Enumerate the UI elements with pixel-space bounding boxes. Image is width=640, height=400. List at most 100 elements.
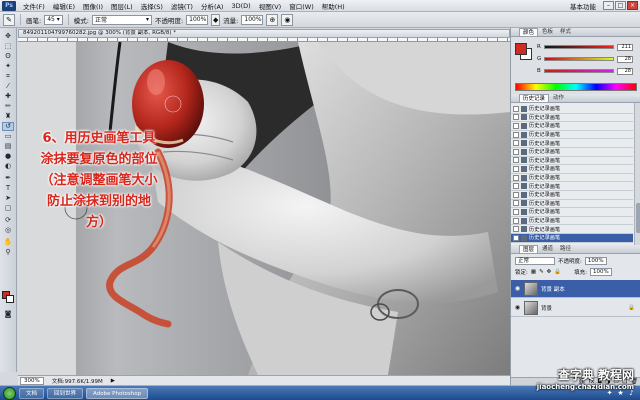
history-source-checkbox[interactable]: [513, 114, 519, 121]
quick-mask-icon[interactable]: ◙: [2, 310, 14, 319]
history-source-checkbox[interactable]: [513, 200, 519, 207]
blue-value-input[interactable]: 28: [617, 67, 633, 75]
history-item[interactable]: 历史记录画笔: [511, 208, 633, 217]
minimize-button[interactable]: –: [603, 1, 614, 10]
blend-mode-select[interactable]: 正常: [515, 257, 555, 265]
magic-wand-tool-icon[interactable]: ✦: [2, 62, 14, 71]
visibility-eye-icon[interactable]: ◉: [513, 284, 522, 293]
opacity-pressure-icon[interactable]: ◆: [211, 13, 221, 26]
history-source-checkbox[interactable]: [513, 226, 519, 233]
history-scrollbar[interactable]: [634, 103, 640, 245]
brush-size-picker[interactable]: 45 ▾: [44, 14, 63, 25]
menu-analysis[interactable]: 分析(A): [197, 1, 228, 11]
lasso-tool-icon[interactable]: ʘ: [2, 52, 14, 61]
history-item[interactable]: 历史记录画笔: [511, 200, 633, 209]
history-source-checkbox[interactable]: [513, 234, 519, 241]
history-source-checkbox[interactable]: [513, 217, 519, 224]
history-item[interactable]: 历史记录画笔: [511, 165, 633, 174]
fill-input[interactable]: 100%: [590, 268, 612, 276]
move-tool-icon[interactable]: ✥: [2, 32, 14, 41]
tab-history[interactable]: 历史记录: [519, 94, 550, 102]
lock-pixels-icon[interactable]: ✎: [539, 269, 544, 275]
history-source-checkbox[interactable]: [513, 140, 519, 147]
marquee-tool-icon[interactable]: ⬚: [2, 42, 14, 51]
airbrush-icon[interactable]: ⊕: [266, 13, 279, 26]
menu-file[interactable]: 文件(F): [19, 1, 49, 11]
flow-input[interactable]: 100%: [241, 14, 264, 25]
history-brush-tool-icon[interactable]: ↺: [2, 122, 14, 131]
history-item[interactable]: 历史记录画笔: [511, 174, 633, 183]
history-item[interactable]: 历史记录画笔: [511, 122, 633, 131]
history-item[interactable]: 历史记录画笔: [511, 191, 633, 200]
menu-filter[interactable]: 滤镜(T): [167, 1, 197, 11]
maximize-button[interactable]: □: [615, 1, 626, 10]
image-canvas[interactable]: 6、用历史画笔工具涂抹要复原色的部位（注意调整画笔大小防止涂抹到别的地方）: [18, 42, 510, 375]
lock-transparency-icon[interactable]: ▦: [531, 269, 536, 275]
history-brush-tool-icon[interactable]: ✎: [3, 13, 15, 26]
taskbar-item-documents[interactable]: 文档: [19, 387, 45, 399]
tab-actions[interactable]: 动作: [550, 94, 567, 102]
blue-slider[interactable]: [544, 69, 614, 73]
taskbar-item-photoshop[interactable]: Adobe Photoshop: [86, 387, 149, 399]
tab-color[interactable]: 颜色: [519, 28, 539, 36]
zoom-level-field[interactable]: 300%: [20, 376, 44, 385]
eraser-tool-icon[interactable]: ▭: [2, 132, 14, 141]
green-slider[interactable]: [544, 57, 614, 61]
history-source-checkbox[interactable]: [513, 131, 519, 138]
pen-tool-icon[interactable]: ✒: [2, 174, 14, 183]
gradient-tool-icon[interactable]: ▤: [2, 142, 14, 151]
type-tool-icon[interactable]: T: [2, 184, 14, 193]
red-slider[interactable]: [544, 45, 614, 49]
history-source-checkbox[interactable]: [513, 191, 519, 198]
history-item[interactable]: 历史记录画笔: [511, 139, 633, 148]
history-item[interactable]: 历史记录画笔: [511, 225, 633, 234]
mode-select[interactable]: 正常 ▾: [91, 14, 152, 25]
document-size-info[interactable]: 文档:997.6K/1.99M: [52, 377, 103, 385]
history-item[interactable]: 历史记录画笔: [511, 131, 633, 140]
shape-tool-icon[interactable]: ▢: [2, 204, 14, 213]
history-source-checkbox[interactable]: [513, 174, 519, 181]
3d-orbit-tool-icon[interactable]: ◎: [2, 226, 14, 235]
menu-select[interactable]: 选择(S): [137, 1, 167, 11]
visibility-eye-icon[interactable]: ◉: [513, 303, 522, 312]
history-source-checkbox[interactable]: [513, 208, 519, 215]
lock-all-icon[interactable]: 🔒: [554, 269, 561, 275]
green-value-input[interactable]: 28: [617, 55, 633, 63]
history-source-checkbox[interactable]: [513, 165, 519, 172]
color-panel-foreground-swatch[interactable]: [515, 43, 527, 55]
layer-row-background[interactable]: ◉ 背景 🔒: [511, 299, 640, 317]
menu-image[interactable]: 图像(I): [79, 1, 107, 11]
history-item[interactable]: 历史记录画笔: [511, 157, 633, 166]
history-item[interactable]: 历史记录画笔: [511, 234, 633, 243]
history-item[interactable]: 历史记录画笔: [511, 182, 633, 191]
hand-tool-icon[interactable]: ✋: [2, 238, 14, 247]
taskbar-item-back-to-world[interactable]: 回到世界: [47, 387, 84, 399]
opacity-input[interactable]: 100%: [186, 14, 209, 25]
tab-channels[interactable]: 通道: [539, 245, 556, 253]
blur-tool-icon[interactable]: ●: [2, 152, 14, 161]
healing-brush-tool-icon[interactable]: ✚: [2, 92, 14, 101]
3d-rotate-tool-icon[interactable]: ⟳: [2, 216, 14, 225]
layer-opacity-input[interactable]: 100%: [584, 257, 607, 265]
history-item[interactable]: 历史记录画笔: [511, 148, 633, 157]
layer-row-background-copy[interactable]: ◉ 背景 副本: [511, 280, 640, 298]
menu-window[interactable]: 窗口(W): [285, 1, 318, 11]
history-item[interactable]: 历史记录画笔: [511, 217, 633, 226]
history-scroll-thumb[interactable]: [636, 203, 640, 233]
zoom-tool-icon[interactable]: ⚲: [2, 248, 14, 257]
status-menu-arrow-icon[interactable]: ▶: [111, 378, 115, 384]
tab-swatches[interactable]: 色板: [539, 28, 556, 36]
red-value-input[interactable]: 211: [617, 43, 633, 51]
crop-tool-icon[interactable]: ⌗: [2, 72, 14, 81]
menu-view[interactable]: 视图(V): [255, 1, 286, 11]
workspace-switcher[interactable]: 基本功能: [564, 1, 602, 11]
close-button[interactable]: ×: [627, 1, 638, 10]
dodge-tool-icon[interactable]: ◐: [2, 162, 14, 171]
eyedropper-tool-icon[interactable]: ⁄: [2, 82, 14, 91]
clone-stamp-tool-icon[interactable]: ♜: [2, 112, 14, 121]
history-source-checkbox[interactable]: [513, 157, 519, 164]
menu-edit[interactable]: 编辑(E): [49, 1, 79, 11]
history-source-checkbox[interactable]: [513, 148, 519, 155]
tab-layers[interactable]: 图层: [519, 245, 539, 253]
background-color-swatch[interactable]: [6, 295, 14, 303]
